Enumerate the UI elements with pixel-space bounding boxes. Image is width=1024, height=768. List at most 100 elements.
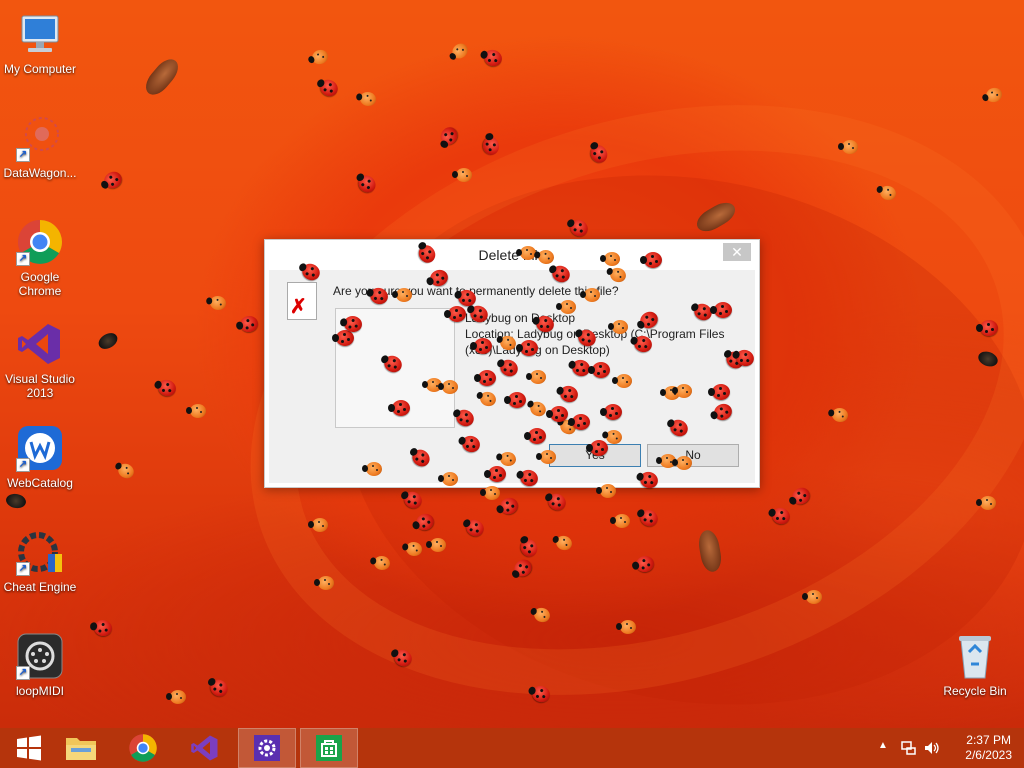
ladybug-red-icon bbox=[474, 370, 496, 386]
ladybug-orange-icon bbox=[438, 472, 458, 486]
desktop-icon-recycle-bin[interactable]: Recycle Bin bbox=[935, 632, 1015, 698]
desktop-icon-cheat-engine[interactable]: ↗ Cheat Engine bbox=[0, 528, 80, 594]
ladybug-orange-icon bbox=[426, 538, 446, 552]
ladybug-red-icon bbox=[470, 338, 492, 354]
taskbar-file-explorer[interactable] bbox=[52, 728, 110, 768]
ladybug-red-icon bbox=[708, 384, 730, 400]
ladybug-red-icon bbox=[101, 168, 125, 192]
webcatalog-icon: ↗ bbox=[16, 424, 64, 472]
ladybug-orange-icon bbox=[600, 252, 620, 266]
desktop-icon-label: Cheat Engine bbox=[3, 580, 77, 594]
datawagon-icon: ↗ bbox=[16, 114, 64, 162]
ladybug-orange-icon bbox=[984, 85, 1004, 105]
fly-icon bbox=[95, 329, 121, 353]
clock[interactable]: 2:37 PM 2/6/2023 bbox=[965, 733, 1012, 763]
clock-date: 2/6/2023 bbox=[965, 748, 1012, 762]
ladybug-red-icon bbox=[444, 306, 466, 322]
ladybug-orange-icon bbox=[314, 576, 334, 590]
ladybug-red-icon bbox=[586, 440, 608, 456]
desktop-icon-label: DataWagon... bbox=[3, 166, 77, 180]
dialog-body: ✗ Are you sure you want to permanently d… bbox=[269, 270, 755, 483]
ladybug-orange-icon bbox=[310, 47, 330, 67]
ladybug-orange-icon bbox=[208, 294, 228, 312]
ladybug-red-icon bbox=[710, 302, 732, 318]
delete-file-icon: ✗ bbox=[287, 282, 317, 320]
shortcut-arrow-icon: ↗ bbox=[16, 562, 30, 576]
ladybug-orange-icon bbox=[308, 518, 328, 532]
desktop-icon-my-computer[interactable]: My Computer bbox=[0, 10, 80, 76]
ladybug-red-icon bbox=[481, 135, 501, 157]
desktop-icon-label: loopMIDI bbox=[15, 684, 65, 698]
dialog-title: Delete File bbox=[478, 247, 546, 263]
ladybug-red-icon bbox=[546, 406, 568, 422]
recycle-bin-icon bbox=[951, 632, 999, 680]
loopmidi-icon: ↗ bbox=[16, 632, 64, 680]
ladybug-orange-icon bbox=[358, 90, 378, 108]
ladybug-red-icon bbox=[640, 252, 662, 268]
start-button[interactable] bbox=[0, 728, 58, 768]
ladybug-red-icon bbox=[504, 392, 526, 408]
shortcut-arrow-icon: ↗ bbox=[16, 458, 30, 472]
ladybug-red-icon bbox=[524, 428, 546, 444]
ladybug-orange-icon bbox=[452, 168, 472, 182]
ladybug-orange-icon bbox=[580, 288, 600, 302]
taskbar-chrome[interactable] bbox=[114, 728, 172, 768]
desktop-icon-visual-studio[interactable]: Visual Studio 2013 bbox=[0, 320, 80, 400]
ladybug-red-icon bbox=[317, 76, 341, 100]
ladybug-orange-icon bbox=[596, 484, 616, 498]
ladybug-red-icon bbox=[600, 404, 622, 420]
desktop-icon-google-chrome[interactable]: ↗ Google Chrome bbox=[0, 218, 80, 298]
ladybug-red-icon bbox=[332, 330, 354, 346]
visual-studio-icon bbox=[16, 320, 64, 368]
shortcut-arrow-icon: ↗ bbox=[16, 148, 30, 162]
show-hidden-icons-icon[interactable]: ▲ bbox=[878, 740, 888, 751]
taskbar-settings[interactable] bbox=[238, 728, 296, 768]
ladybug-red-icon bbox=[206, 676, 232, 700]
ladybug-red-icon bbox=[516, 340, 538, 356]
ladybug-orange-icon bbox=[672, 456, 692, 470]
shortcut-arrow-icon: ↗ bbox=[16, 252, 30, 266]
close-button[interactable]: ✕ bbox=[723, 243, 751, 261]
ladybug-orange-icon bbox=[115, 460, 137, 482]
chrome-icon bbox=[129, 734, 157, 762]
gear-icon bbox=[254, 735, 280, 761]
ladybug-orange-icon bbox=[610, 514, 630, 528]
ladybug-orange-icon bbox=[672, 384, 692, 398]
folder-icon bbox=[66, 738, 96, 760]
visual-studio-icon bbox=[191, 735, 218, 761]
ladybug-red-icon bbox=[388, 400, 410, 416]
ladybug-red-icon bbox=[588, 362, 610, 378]
ladybug-orange-icon bbox=[802, 590, 822, 604]
ladybug-orange-icon bbox=[526, 370, 546, 384]
ladybug-orange-icon bbox=[616, 620, 636, 634]
ladybug-orange-icon bbox=[392, 288, 412, 302]
desktop-icon-webcatalog[interactable]: ↗ WebCatalog bbox=[0, 424, 80, 490]
ladybug-orange-icon bbox=[612, 374, 632, 388]
desktop-icon-label: Google Chrome bbox=[18, 270, 62, 298]
desktop-icon-label: WebCatalog bbox=[7, 476, 73, 490]
shortcut-arrow-icon: ↗ bbox=[16, 666, 30, 680]
ladybug-red-icon bbox=[976, 320, 998, 336]
taskbar: ▲ 2:37 PM 2/6/2023 bbox=[0, 728, 1024, 768]
ladybug-orange-icon bbox=[480, 486, 500, 500]
clock-time: 2:37 PM bbox=[966, 733, 1011, 747]
cheat-engine-icon: ↗ bbox=[16, 528, 64, 576]
ladybug-orange-icon bbox=[608, 320, 628, 334]
store-icon bbox=[316, 735, 342, 761]
ladybug-red-icon bbox=[481, 47, 505, 69]
taskbar-store[interactable] bbox=[300, 728, 358, 768]
desktop-icon-datawagon[interactable]: ↗ DataWagon... bbox=[0, 114, 80, 180]
ladybug-orange-icon bbox=[838, 140, 858, 154]
desktop-icon-label: Recycle Bin bbox=[943, 684, 1007, 698]
dialog-titlebar[interactable]: Delete File ✕ bbox=[265, 240, 759, 270]
ladybug-orange-icon bbox=[166, 690, 186, 704]
ladybug-orange-icon bbox=[556, 300, 576, 314]
volume-icon[interactable] bbox=[924, 740, 940, 756]
computer-icon bbox=[16, 10, 64, 58]
ladybug-red-icon bbox=[238, 314, 260, 334]
ladybug-red-icon bbox=[155, 377, 179, 399]
desktop-icon-loopmidi[interactable]: ↗ loopMIDI bbox=[0, 632, 80, 698]
network-icon[interactable] bbox=[900, 740, 916, 756]
cockroach-icon bbox=[140, 54, 184, 100]
taskbar-visual-studio[interactable] bbox=[176, 728, 234, 768]
